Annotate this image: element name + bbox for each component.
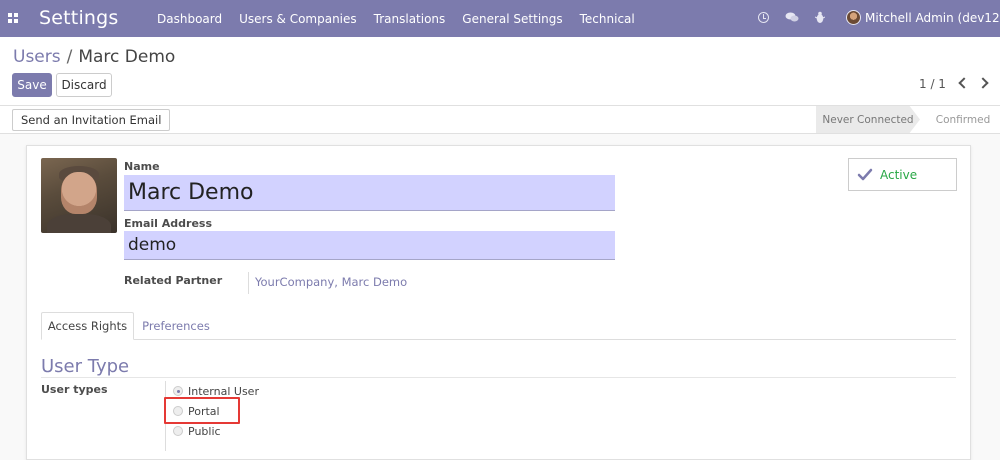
activity-clock-icon[interactable] [758,12,769,23]
user-avatar[interactable] [846,10,861,25]
stage-never-connected: Never Connected [816,106,920,133]
related-partner-link[interactable]: YourCompany, Marc Demo [255,275,407,289]
main-menu: Dashboard Users & Companies Translations… [157,0,652,37]
radio-public-dot[interactable] [173,426,183,436]
pager-next-icon[interactable] [977,77,989,89]
top-navbar: Settings Dashboard Users & Companies Tra… [0,0,1000,37]
active-label: Active [880,168,918,182]
app-brand: Settings [39,7,119,29]
user-types-label: User types [41,383,108,396]
checkmark-icon [857,168,873,181]
related-partner-label: Related Partner [124,274,223,287]
tab-preferences[interactable]: Preferences [139,312,213,340]
pager-value[interactable]: 1 / 1 [919,77,946,91]
name-input[interactable]: Marc Demo [124,175,615,211]
user-menu-name[interactable]: Mitchell Admin (dev12) [865,11,1000,25]
name-label: Name [124,160,160,173]
user-type-section-title: User Type [41,356,130,377]
stage-confirmed: Confirmed [935,113,991,126]
send-invitation-email-button[interactable]: Send an Invitation Email [12,109,171,131]
save-button[interactable]: Save [12,73,52,97]
breadcrumb-separator: / [66,47,73,67]
apps-menu-icon[interactable] [8,13,18,23]
menu-item-users-companies[interactable]: Users & Companies [239,12,357,26]
radio-internal-user-label: Internal User [188,384,259,398]
debug-bug-icon[interactable] [815,11,825,24]
pager-previous-icon[interactable] [958,77,970,89]
tab-access-rights[interactable]: Access Rights [41,312,134,340]
email-label: Email Address [124,217,213,230]
breadcrumb-users-link[interactable]: Users [13,47,61,67]
radio-internal-user-dot[interactable] [173,386,183,396]
form-statusbar: Send an Invitation Email Never Connected… [0,105,1000,134]
messaging-chat-icon[interactable] [785,12,799,23]
menu-item-technical[interactable]: Technical [580,12,635,26]
email-input[interactable]: demo [124,231,615,260]
portal-highlight-box [164,397,240,424]
breadcrumb-current: Marc Demo [78,47,176,67]
radio-public-label: Public [188,424,221,438]
partner-separator [248,272,249,294]
menu-item-general-settings[interactable]: General Settings [462,12,562,26]
discard-button[interactable]: Discard [56,73,112,97]
radio-public[interactable]: Public [173,423,221,439]
section-divider [41,377,956,378]
user-photo[interactable] [41,158,117,233]
menu-item-dashboard[interactable]: Dashboard [157,12,222,26]
active-toggle-button[interactable]: Active [848,158,957,191]
breadcrumb: Users / Marc Demo [13,47,175,67]
menu-item-translations[interactable]: Translations [374,12,446,26]
